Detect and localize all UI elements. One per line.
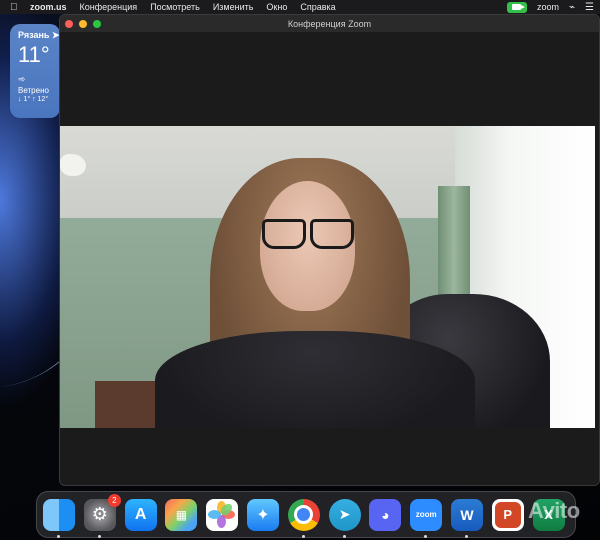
participant-video[interactable] xyxy=(60,126,595,428)
camera-indicator-icon[interactable] xyxy=(506,1,527,13)
weather-temperature: 11° xyxy=(18,42,50,67)
chrome-icon[interactable] xyxy=(287,498,320,538)
powerpoint-icon[interactable]: P xyxy=(491,498,524,531)
weather-range: ↓ 1° ↑ 12° xyxy=(18,96,49,103)
weather-condition: Ветрено xyxy=(18,86,49,95)
wind-icon: ➾ xyxy=(18,74,26,84)
control-center-icon[interactable]: ☰ xyxy=(585,2,594,13)
window-titlebar[interactable]: Конференция Zoom xyxy=(60,15,599,33)
app-store-icon[interactable]: A xyxy=(124,498,157,531)
menubar:  zoom.us Конференция Посмотреть Изменит… xyxy=(0,0,600,14)
meeting-area xyxy=(60,32,599,485)
word-letter: W xyxy=(460,506,474,523)
zoom-icon[interactable]: zoom xyxy=(410,498,443,538)
word-icon[interactable]: W xyxy=(450,498,483,538)
weather-widget[interactable]: Рязань ➤ 11° ➾ Ветрено ↓ 1° ↑ 12° xyxy=(10,24,60,118)
magic-wand-icon[interactable]: ⌁ xyxy=(569,2,575,13)
notification-badge: 2 xyxy=(107,493,121,507)
menu-item-window[interactable]: Окно xyxy=(266,2,287,12)
menu-item-conference[interactable]: Конференция xyxy=(80,2,138,12)
safari-icon[interactable]: ✦ xyxy=(246,498,279,531)
telegram-icon[interactable]: ➤ xyxy=(328,498,361,538)
menubar-zoom-status[interactable]: zoom xyxy=(537,2,559,12)
video-lamp xyxy=(60,154,86,176)
weather-city: Рязань ➤ xyxy=(18,30,60,40)
menu-item-view[interactable]: Посмотреть xyxy=(150,2,200,12)
finder-icon[interactable] xyxy=(43,498,75,538)
menu-item-edit[interactable]: Изменить xyxy=(213,2,254,12)
dock: ⚙ 2 A ▦ ✦ ➤ ◕ zoom W P X xyxy=(36,491,576,538)
settings-icon[interactable]: ⚙ 2 xyxy=(83,493,121,538)
zoom-window: Конференция Zoom xyxy=(59,14,600,486)
apple-menu-icon[interactable]:  xyxy=(10,2,20,13)
menu-app-name[interactable]: zoom.us xyxy=(30,2,67,12)
window-title: Конференция Zoom xyxy=(287,18,372,29)
zoom-app-label: zoom xyxy=(415,510,437,519)
photos-icon[interactable] xyxy=(206,498,239,531)
discord-icon[interactable]: ◕ xyxy=(369,498,402,531)
menu-item-help[interactable]: Справка xyxy=(300,2,335,12)
powerpoint-letter: P xyxy=(494,501,521,528)
video-person-glasses xyxy=(262,219,354,249)
video-person-body xyxy=(155,331,475,428)
menubar-status-area: zoom ⌁ ☰ xyxy=(506,0,594,14)
avito-watermark: Avito xyxy=(528,498,580,523)
launchpad-icon[interactable]: ▦ xyxy=(165,498,198,531)
